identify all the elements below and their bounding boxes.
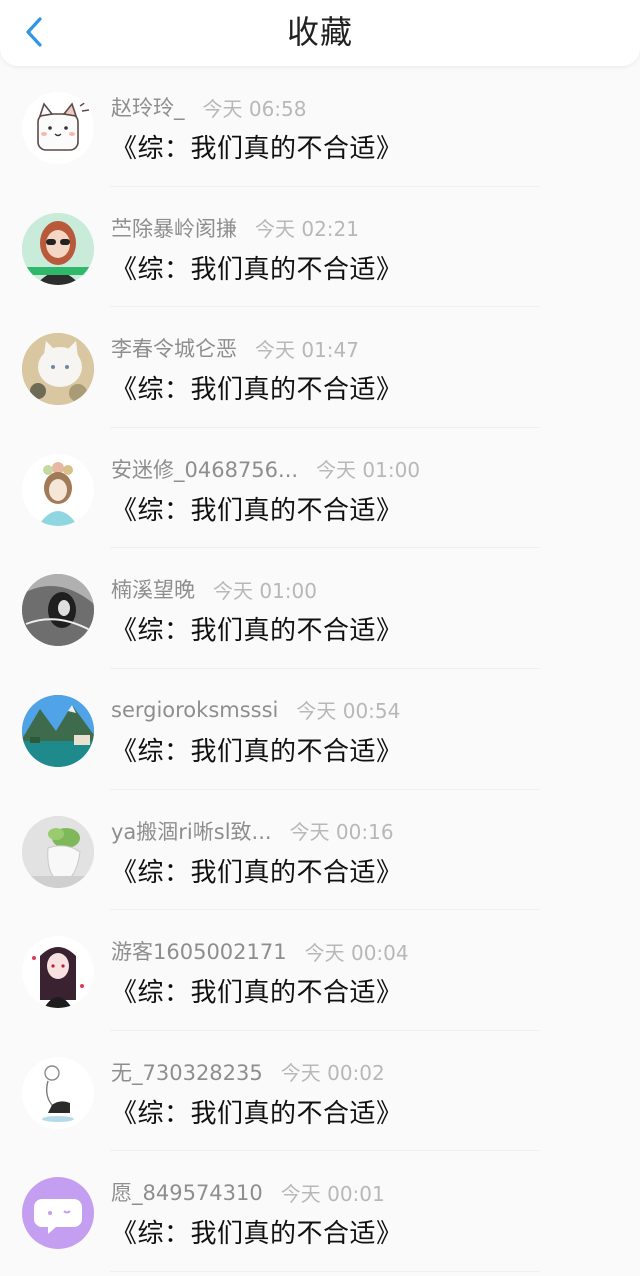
book-title: 《综：我们真的不合适》: [111, 1098, 403, 1129]
item-meta: 李春令城仑恶 今天 01:47: [111, 333, 359, 363]
timestamp: 今天 00:01: [280, 1181, 385, 1206]
girl-sunglasses-photo-avatar: [22, 212, 94, 285]
page-title: 收藏: [286, 13, 353, 51]
purple-chat-bubble-avatar: [22, 1177, 94, 1250]
item-meta: 赵玲玲_ 今天 06:58: [111, 92, 307, 122]
user-name: 愿_849574310: [111, 1181, 263, 1206]
timestamp: 今天 02:21: [255, 217, 359, 242]
timestamp: 今天 01:00: [316, 458, 421, 483]
timestamp: 今天 00:04: [304, 940, 409, 965]
book-title: 《综：我们真的不合适》: [111, 736, 403, 767]
book-title: 《综：我们真的不合适》: [111, 978, 403, 1009]
user-name: 楠溪望晚: [111, 578, 195, 603]
book-title: 《综：我们真的不合适》: [111, 134, 403, 164]
white-cat-photo-avatar: [22, 333, 94, 406]
item-meta: 愿_849574310 今天 00:01: [111, 1177, 385, 1207]
book-title: 《综：我们真的不合适》: [111, 857, 403, 888]
list-item[interactable]: 游客1605002171 今天 00:04 《综：我们真的不合适》: [0, 910, 640, 1031]
timestamp: 今天 06:58: [202, 96, 307, 121]
timestamp: 今天 00:16: [289, 820, 394, 845]
user-name: 无_730328235: [111, 1060, 263, 1085]
list-item[interactable]: 赵玲玲_ 今天 06:58 《综：我们真的不合适》: [0, 66, 640, 187]
item-meta: 安迷修_0468756... 今天 01:00: [111, 454, 420, 484]
item-meta: 苎除暴岭阂搛 今天 02:21: [111, 213, 359, 243]
anime-dark-hair-girl-avatar: [22, 936, 94, 1009]
list-item[interactable]: 李春令城仑恶 今天 01:47 《综：我们真的不合适》: [0, 307, 640, 428]
top-bar: 收藏: [0, 0, 640, 66]
item-meta: 无_730328235 今天 00:02: [111, 1057, 385, 1087]
list-item[interactable]: 愿_849574310 今天 00:01 《综：我们真的不合适》: [0, 1151, 640, 1272]
list-item[interactable]: 楠溪望晚 今天 01:00 《综：我们真的不合适》: [0, 548, 640, 669]
user-name: 李春令城仑恶: [111, 337, 237, 362]
user-name: 安迷修_0468756...: [111, 457, 299, 482]
favorites-list: 赵玲玲_ 今天 06:58 《综：我们真的不合适》 苎除暴岭阂搛 今天 02:2…: [0, 66, 640, 1272]
timestamp: 今天 00:54: [296, 699, 401, 724]
user-name: 苎除暴岭阂搛: [111, 216, 237, 241]
anime-flower-girl-avatar: [22, 453, 94, 526]
timestamp: 今天 00:02: [280, 1061, 385, 1086]
list-item[interactable]: 苎除暴岭阂搛 今天 02:21 《综：我们真的不合适》: [0, 187, 640, 308]
gray-anime-figure-avatar: [22, 574, 94, 647]
user-name: sergioroksmsssi: [111, 697, 279, 722]
plant-vase-photo-avatar: [22, 815, 94, 888]
item-meta: sergioroksmsssi 今天 00:54: [111, 695, 400, 725]
item-meta: 楠溪望晚 今天 01:00: [111, 574, 317, 604]
list-item[interactable]: ya搬涸ri唽sl致... 今天 00:16 《综：我们真的不合适》: [0, 790, 640, 911]
book-title: 《综：我们真的不合适》: [111, 495, 403, 526]
item-meta: ya搬涸ri唽sl致... 今天 00:16: [111, 816, 394, 846]
timestamp: 今天 01:47: [255, 337, 359, 362]
book-title: 《综：我们真的不合适》: [111, 1219, 403, 1250]
cat-cartoon-avatar: [22, 92, 94, 164]
list-item[interactable]: sergioroksmsssi 今天 00:54 《综：我们真的不合适》: [0, 669, 640, 790]
user-name: ya搬涸ri唽sl致...: [111, 819, 272, 844]
list-item[interactable]: 无_730328235 今天 00:02 《综：我们真的不合适》: [0, 1031, 640, 1152]
book-title: 《综：我们真的不合适》: [111, 616, 403, 647]
book-title: 《综：我们真的不合适》: [111, 254, 403, 285]
lake-mountain-photo-avatar: [22, 694, 94, 767]
item-meta: 游客1605002171 今天 00:04: [111, 936, 409, 966]
user-name: 游客1605002171: [111, 940, 287, 965]
timestamp: 今天 01:00: [213, 578, 317, 603]
book-title: 《综：我们真的不合适》: [111, 375, 403, 406]
sketch-sitting-figure-avatar: [22, 1056, 94, 1129]
user-name: 赵玲玲_: [111, 96, 185, 120]
list-item[interactable]: 安迷修_0468756... 今天 01:00 《综：我们真的不合适》: [0, 428, 640, 549]
favorites-screen: 收藏 赵玲玲_ 今天 06:58 《综：我们真的不合适》 苎除暴岭阂搛 今天 0…: [0, 0, 640, 1276]
